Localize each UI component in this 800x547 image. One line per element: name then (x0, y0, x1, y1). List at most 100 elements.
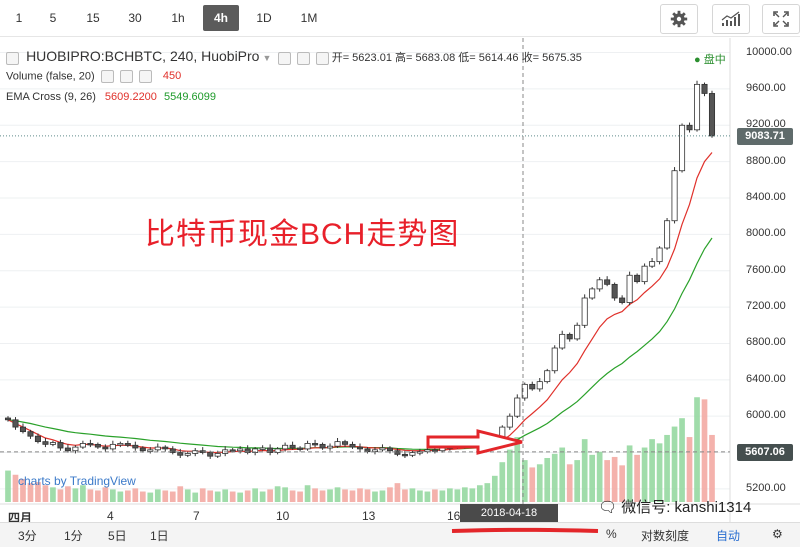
range-3m[interactable]: 3分 (18, 527, 37, 544)
candle-body (259, 447, 266, 450)
candle-body (4, 417, 12, 421)
candle-body (334, 441, 341, 447)
settings-button[interactable] (660, 4, 698, 34)
fullscreen-icon (773, 11, 789, 27)
candle-body (589, 288, 596, 299)
candle-body (634, 274, 641, 283)
ema-fast-value: 5609.2200 (104, 91, 157, 103)
candle-body (162, 446, 169, 450)
candle-body (184, 453, 191, 456)
candle-body (57, 442, 64, 449)
candle-body (94, 443, 101, 448)
collapse-legend-icon[interactable] (6, 51, 19, 65)
volume-bar (447, 488, 453, 502)
volume-label[interactable]: Volume (false, 20) (6, 70, 95, 82)
candle-body (12, 419, 19, 428)
volume-bar (169, 491, 176, 502)
volume-bar (439, 490, 446, 502)
ema-legend: EMA Cross (9, 26) 5609.2200 5549.6099 (6, 91, 216, 103)
candle-body (87, 443, 94, 446)
auto-scale-toggle[interactable]: 自动 (716, 527, 740, 544)
y-tick-label: 9600.00 (746, 81, 786, 94)
symbol-title[interactable]: HUOBIPRO:BCHBTC, 240, HuobiPro (26, 48, 259, 64)
range-1m[interactable]: 1分 (64, 527, 83, 544)
crosshair-price-tag: 5607.06 (737, 443, 793, 461)
candle-body (656, 247, 663, 263)
indicators-button[interactable] (712, 4, 750, 34)
y-tick-label: 8800.00 (746, 154, 786, 167)
volume-bar (124, 490, 131, 502)
timeframe-5m[interactable]: 5 (42, 5, 64, 31)
candle-body (431, 449, 438, 452)
candle-body (319, 443, 326, 449)
volume-bar (95, 490, 101, 502)
candle-body (154, 446, 161, 451)
candle-body (641, 265, 648, 283)
timeframe-30m[interactable]: 30 (122, 5, 148, 31)
tradingview-watermark[interactable]: charts by TradingView (18, 474, 136, 488)
volume-bar (514, 437, 521, 502)
ohlc-values: 开= 5623.01 高= 5683.08 低= 5614.46 收= 5675… (331, 52, 582, 64)
candle-body (506, 415, 513, 428)
candle-body (484, 440, 491, 444)
range-1d[interactable]: 1日 (150, 527, 169, 544)
ema-label[interactable]: EMA Cross (9, 26) (6, 91, 96, 103)
chart-area[interactable]: HUOBIPRO:BCHBTC, 240, HuobiPro ▼ 开= 5623… (0, 38, 800, 537)
volume-bar (72, 488, 79, 502)
timeframe-1d[interactable]: 1D (250, 5, 278, 31)
timeframe-1m[interactable]: 1 (8, 5, 30, 31)
volume-bar (319, 490, 326, 502)
y-tick-label: 6000.00 (746, 409, 786, 422)
candle-body (514, 397, 521, 417)
chart-annotation: 比特币现金BCH走势图 (145, 218, 460, 251)
timeframe-4h[interactable]: 4h (203, 5, 239, 31)
candle-body (109, 443, 116, 450)
volume-close-icon[interactable] (138, 70, 152, 83)
candle-body (349, 443, 356, 448)
candle-body (679, 124, 686, 172)
volume-bar (102, 487, 109, 502)
chart-settings-icon[interactable]: ⚙ (772, 527, 783, 541)
volume-bar (491, 475, 498, 502)
volume-bar (199, 488, 206, 502)
volume-value: 450 (162, 70, 182, 83)
candle-body (686, 124, 693, 131)
volume-bar (244, 490, 251, 502)
volume-bar (50, 487, 56, 502)
legend-settings-icon[interactable] (296, 51, 310, 65)
timeframe-1h[interactable]: 1h (164, 5, 192, 31)
volume-bar (454, 489, 461, 502)
timeframe-1mo[interactable]: 1M (294, 5, 324, 31)
candle-body (649, 261, 656, 267)
x-tick-label: 7 (193, 509, 200, 523)
range-5d[interactable]: 5日 (108, 527, 127, 544)
volume-bar (574, 460, 581, 502)
volume-bar (132, 488, 139, 502)
candle-body (379, 447, 386, 451)
volume-bar (192, 492, 199, 502)
candle-body (476, 442, 483, 445)
candle-body (386, 447, 393, 452)
candle-body (282, 444, 289, 450)
volume-bar (327, 489, 333, 502)
volume-bar (229, 491, 236, 502)
log-scale-toggle[interactable]: 对数刻度 (641, 527, 689, 544)
volume-bar (259, 491, 266, 502)
legend-close-icon[interactable] (315, 51, 329, 65)
volume-bar (476, 485, 483, 502)
legend-eye-icon[interactable] (277, 51, 291, 65)
candle-body (229, 449, 236, 452)
candle-body (409, 452, 416, 456)
volume-settings-icon[interactable] (119, 70, 133, 83)
fullscreen-button[interactable] (762, 4, 800, 34)
candle-body (371, 449, 379, 453)
price-chart[interactable] (0, 38, 800, 522)
timeframe-15m[interactable]: 15 (80, 5, 106, 31)
volume-eye-icon[interactable] (100, 70, 114, 83)
candle-body (27, 431, 34, 437)
candle-body (469, 443, 476, 446)
candle-body (611, 283, 618, 299)
ema-slow-value: 5549.6099 (163, 91, 216, 103)
volume-bar (349, 490, 356, 502)
percent-toggle[interactable]: % (606, 527, 617, 541)
